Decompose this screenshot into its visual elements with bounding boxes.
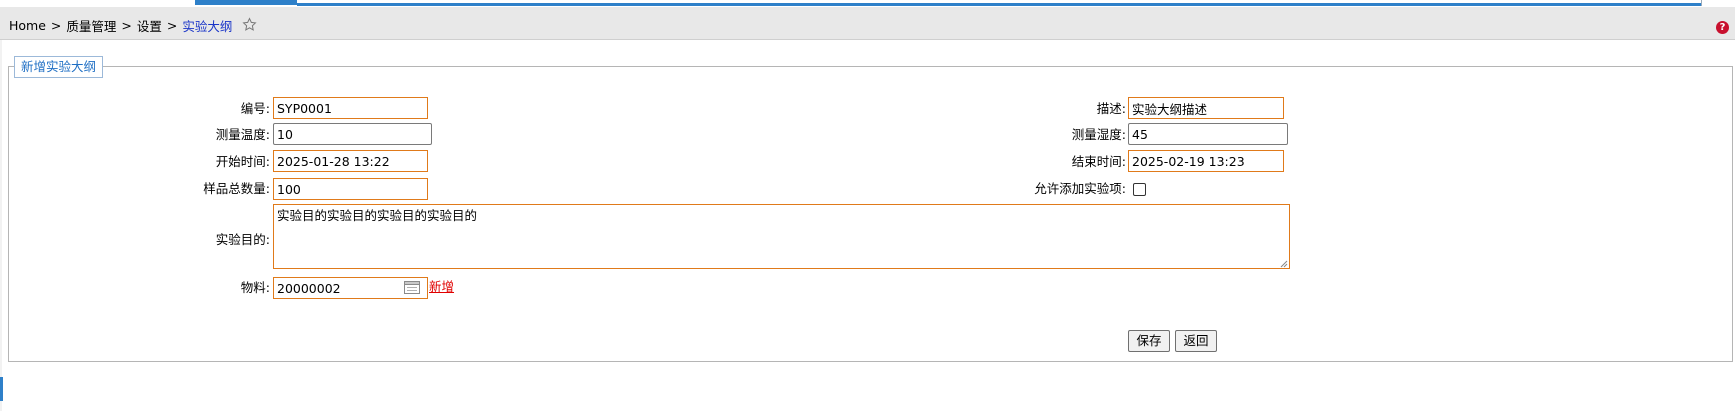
material-add-link[interactable]: 新增 [429, 277, 454, 297]
start-time-label: 开始时间: [215, 154, 270, 169]
calendar-icon[interactable] [404, 280, 420, 294]
end-time-label: 结束时间: [1071, 154, 1126, 169]
breadcrumb-bar: Home > 质量管理 > 设置 > 实验大纲 ? [0, 7, 1735, 40]
tab-strip-line [297, 3, 1701, 6]
purpose-label: 实验目的: [215, 232, 270, 247]
code-label: 编号: [240, 101, 270, 116]
breadcrumb-separator: > [50, 18, 62, 33]
purpose-textarea[interactable]: 实验目的实验目的实验目的实验目的 [273, 204, 1290, 269]
save-button[interactable]: 保存 [1128, 330, 1170, 352]
code-input[interactable] [273, 97, 428, 119]
start-time-input[interactable] [273, 150, 428, 172]
breadcrumb-separator: > [121, 18, 132, 33]
material-label: 物料: [240, 280, 270, 295]
form-legend: 新增实验大纲 [14, 56, 104, 78]
description-input[interactable] [1128, 97, 1284, 119]
resize-grip-icon[interactable] [1280, 260, 1288, 268]
help-icon[interactable]: ? [1716, 21, 1729, 34]
end-time-input[interactable] [1128, 150, 1284, 172]
sample-total-input[interactable] [273, 178, 428, 200]
allow-add-items-label: 允许添加实验项: [1034, 181, 1126, 196]
breadcrumb: Home > 质量管理 > 设置 > 实验大纲 [9, 16, 257, 35]
tab-divider [1701, 0, 1702, 6]
breadcrumb-current: 实验大纲 [182, 19, 233, 34]
breadcrumb-separator: > [166, 18, 178, 33]
sample-total-label: 样品总数量: [203, 181, 270, 196]
description-label: 描述: [1096, 101, 1126, 116]
active-tab-indicator[interactable] [195, 0, 297, 5]
breadcrumb-home[interactable]: Home [9, 18, 46, 33]
favorite-star-icon[interactable] [242, 16, 257, 35]
top-tab-strip [0, 0, 1735, 6]
left-edge [0, 40, 2, 411]
breadcrumb-settings[interactable]: 设置 [137, 19, 162, 34]
breadcrumb-quality-management[interactable]: 质量管理 [66, 19, 116, 34]
measure-humidity-input[interactable] [1128, 123, 1288, 145]
back-button[interactable]: 返回 [1175, 330, 1217, 352]
left-scroll-marker [0, 377, 3, 401]
measure-temp-label: 测量温度: [215, 127, 270, 142]
measure-humidity-label: 测量湿度: [1071, 127, 1126, 142]
measure-temp-input[interactable] [273, 123, 432, 145]
allow-add-items-checkbox[interactable] [1133, 183, 1146, 196]
